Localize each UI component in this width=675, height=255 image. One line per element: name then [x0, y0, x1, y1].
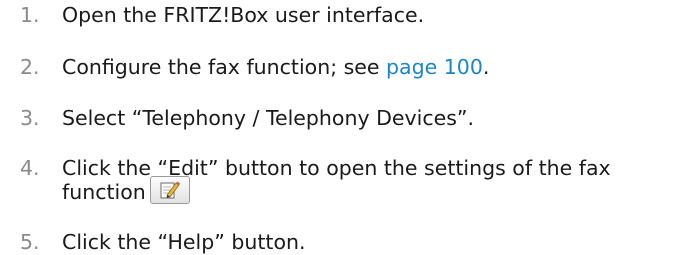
step-number: 1.	[20, 3, 40, 27]
step-number: 3.	[20, 106, 40, 130]
step-number: 2.	[20, 55, 40, 79]
step-number: 5.	[20, 230, 40, 254]
step-text: Open the FRITZ!Box user interface.	[62, 3, 425, 27]
instruction-list: 1. Open the FRITZ!Box user interface. 2.…	[0, 0, 675, 255]
step-text-after-link: .	[482, 55, 490, 79]
step-number: 4.	[20, 156, 40, 180]
edit-button[interactable]	[149, 176, 190, 204]
step-text: Select “Telephony / Telephony Devices”.	[62, 106, 475, 130]
step-text-line-1: Click the “Edit” button to open the sett…	[62, 156, 611, 180]
step-text: Click the “Edit” button to open the sett…	[62, 157, 662, 207]
step-text: Configure the fax function; see page 100…	[62, 56, 662, 78]
step-text-before-link: Configure the fax function; see	[62, 55, 387, 79]
step-text-line-2: function	[62, 180, 146, 204]
edit-notepad-pencil-icon	[160, 181, 180, 199]
step-text: Click the “Help” button.	[62, 230, 306, 254]
page-link[interactable]: page 100	[386, 55, 483, 79]
